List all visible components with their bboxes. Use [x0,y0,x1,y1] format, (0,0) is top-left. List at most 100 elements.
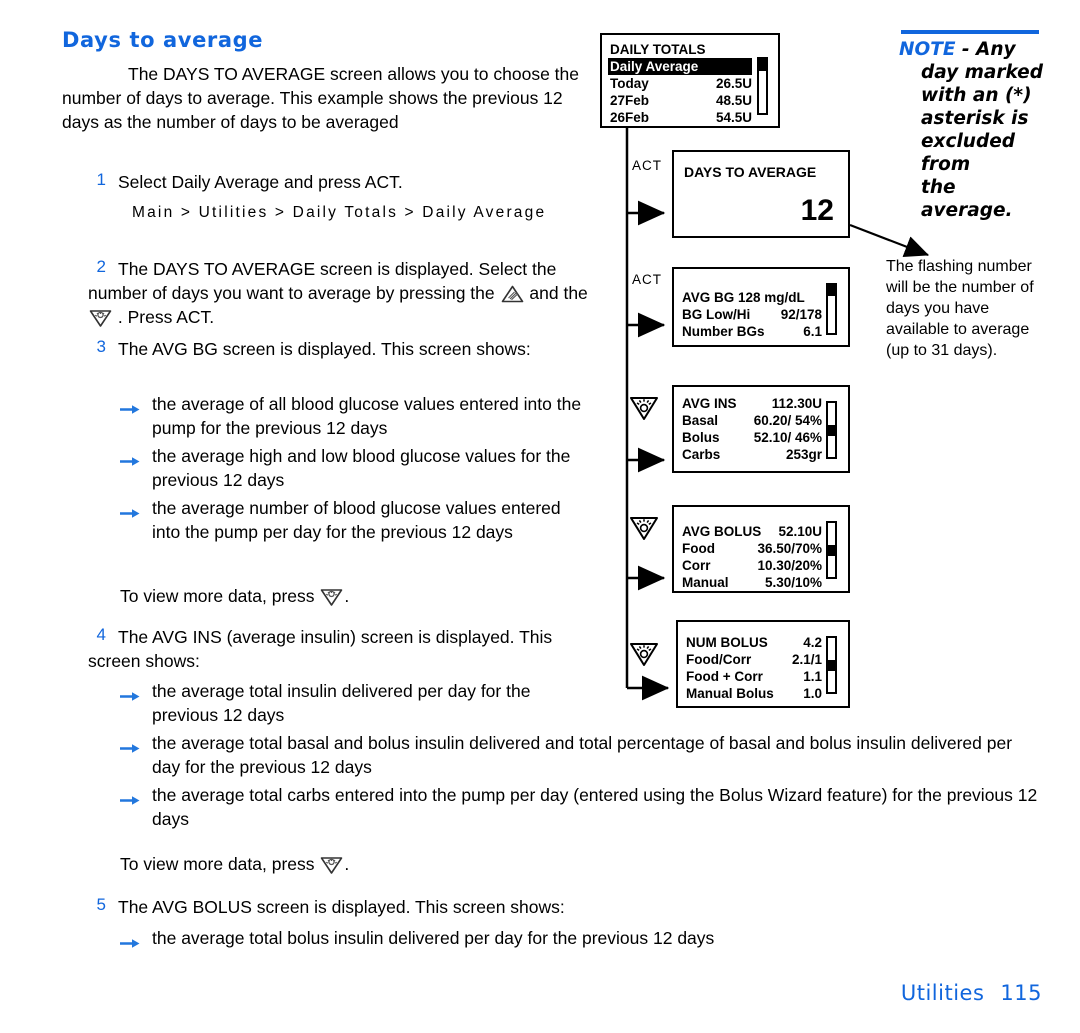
pump-row-value: 4.2 [803,635,822,650]
pump-row-label: AVG INS [682,396,737,411]
list-item: the average high and low blood glucose v… [120,444,590,492]
down-arrow-key-icon [319,855,344,875]
scrollbar[interactable] [826,636,837,694]
note-line-2: with an (*) [921,85,1032,106]
note-rule [901,30,1039,34]
pump-row-label: BG Low/Hi [682,307,751,322]
pump-row-label: Carbs [682,447,721,462]
pump-row: BG Low/Hi 92/178 [682,306,822,323]
pump-row-value: 2.1/1 [791,652,822,667]
pump-row: AVG BG 128 mg/dL [682,290,805,305]
page-footer: Utilities 115 [901,981,1042,1005]
note-line-4: excluded from [921,131,1015,175]
pump-row-value: 1.0 [803,686,822,701]
pump-row: Food + Corr 1.1 [686,668,822,685]
scrollbar[interactable] [826,283,837,335]
transition-label-act-1: ACT [632,158,662,173]
pump-row-label: 26Feb [610,110,650,125]
pump-row-value: 54.5U [715,110,752,125]
scrollbar-thumb[interactable] [828,545,835,556]
down-arrow-key-icon [628,640,658,666]
flashing-number-callout: The flashing number will be the number o… [886,258,1034,359]
note-callout: NOTE - Any day marked with an (*) asteri… [899,30,1049,222]
pump-row: Food/Corr 2.1/1 [686,651,822,668]
pump-row-value: 52.10U [778,524,822,539]
list-item-text: the average high and low blood glucose v… [152,446,571,490]
bullet-arrow-icon [120,684,140,701]
scrollbar-thumb[interactable] [828,425,835,436]
pump-row: 26Feb 54.5U [610,109,752,126]
step-4: 4 The AVG INS (average insulin) screen i… [88,625,558,673]
pump-row: Carbs 253gr [682,446,822,463]
scrollbar-thumb[interactable] [828,660,835,671]
pump-row-value: 60.20/ 54% [753,413,822,428]
pump-row-label: NUM BOLUS [686,635,768,650]
pump-row: AVG BOLUS 52.10U [682,523,822,540]
pump-row-value: 112.30U [771,396,822,411]
footer-section: Utilities [900,981,985,1005]
scrollbar[interactable] [826,401,837,459]
breadcrumb: Main > Utilities > Daily Totals > Daily … [132,204,547,221]
pump-row-selected: Daily Average [608,58,752,75]
footer-page-number: 115 [1000,981,1042,1005]
list-item-text: the average number of blood glucose valu… [152,498,561,542]
intro-paragraph: The DAYS TO AVERAGE screen allows you to… [62,64,580,132]
step-1: 1 Select Daily Average and press ACT. [88,170,568,194]
pump-screen-days-to-average: DAYS TO AVERAGE 12 [672,150,850,238]
bullet-arrow-icon [120,397,140,414]
scrollbar[interactable] [826,521,837,579]
pump-row: NUM BOLUS 4.2 [686,634,822,651]
days-to-average-value: 12 [800,194,834,227]
pump-screen-num-bolus: NUM BOLUS 4.2 Food/Corr 2.1/1 Food + Cor… [676,620,850,708]
scrollbar-thumb[interactable] [759,59,766,71]
scrollbar-thumb[interactable] [828,285,835,296]
list-item: the average of all blood glucose values … [120,392,590,440]
step-5-text: The AVG BOLUS screen is displayed. This … [118,897,565,917]
note-line-5: the average. [921,177,1013,221]
pump-row-label: Corr [682,558,711,573]
list-item-text: the average of all blood glucose values … [152,394,582,438]
list-item: the average total carbs entered into the… [120,783,1050,831]
pump-row-value: 48.5U [715,93,752,108]
pump-row: Bolus 52.10/ 46% [682,429,822,446]
scrollbar[interactable] [757,57,768,115]
list-item-text: the average total bolus insulin delivere… [152,928,715,948]
bullet-arrow-icon [120,449,140,466]
note-line-3: asterisk is [921,108,1029,129]
list-item: the average total basal and bolus insuli… [120,731,1040,779]
step-2-number: 2 [96,257,106,276]
pump-row: Manual 5.30/10% [682,574,822,591]
pump-row-label: Food + Corr [686,669,763,684]
pump-row-value: 36.50/70% [757,541,822,556]
list-item-text: the average total insulin delivered per … [152,681,531,725]
pump-row-value: 26.5U [715,76,752,91]
pump-row: Basal 60.20/ 54% [682,412,822,429]
step-1-number: 1 [96,170,106,189]
pump-row-value: 92/178 [780,307,822,322]
step-2-text-b: and the [529,283,588,303]
list-item: the average total insulin delivered per … [120,679,560,727]
step-4-text: The AVG INS (average insulin) screen is … [88,627,553,671]
pump-row-value: 1.1 [803,669,822,684]
up-arrow-key-icon [500,284,525,304]
pump-row: DAILY TOTALS [610,42,706,57]
pump-screen-avg-ins: AVG INS 112.30U Basal 60.20/ 54% Bolus 5… [672,385,850,473]
pump-screen-avg-bolus: AVG BOLUS 52.10U Food 36.50/70% Corr 10.… [672,505,850,593]
step-4-number: 4 [96,625,106,644]
pump-row: Food 36.50/70% [682,540,822,557]
pump-row: Today 26.5U [610,75,752,92]
view-more-data-text-2: To view more data, press [120,854,315,874]
step-5-number: 5 [96,895,106,914]
pump-row-label: Manual [682,575,729,590]
pump-screen-title: DAYS TO AVERAGE [684,164,817,180]
pump-row-label: Manual Bolus [686,686,774,701]
view-more-data-text-1: To view more data, press [120,586,315,606]
pump-row-label: Basal [682,413,719,428]
view-more-data-hint-2: To view more data, press . [120,852,540,876]
list-item-text: the average total basal and bolus insuli… [152,733,1013,777]
down-arrow-key-icon [88,308,113,328]
list-item: the average total bolus insulin delivere… [120,926,880,950]
list-item: the average number of blood glucose valu… [120,496,590,544]
pump-row-label: AVG BOLUS [682,524,762,539]
bullet-arrow-icon [120,931,140,948]
